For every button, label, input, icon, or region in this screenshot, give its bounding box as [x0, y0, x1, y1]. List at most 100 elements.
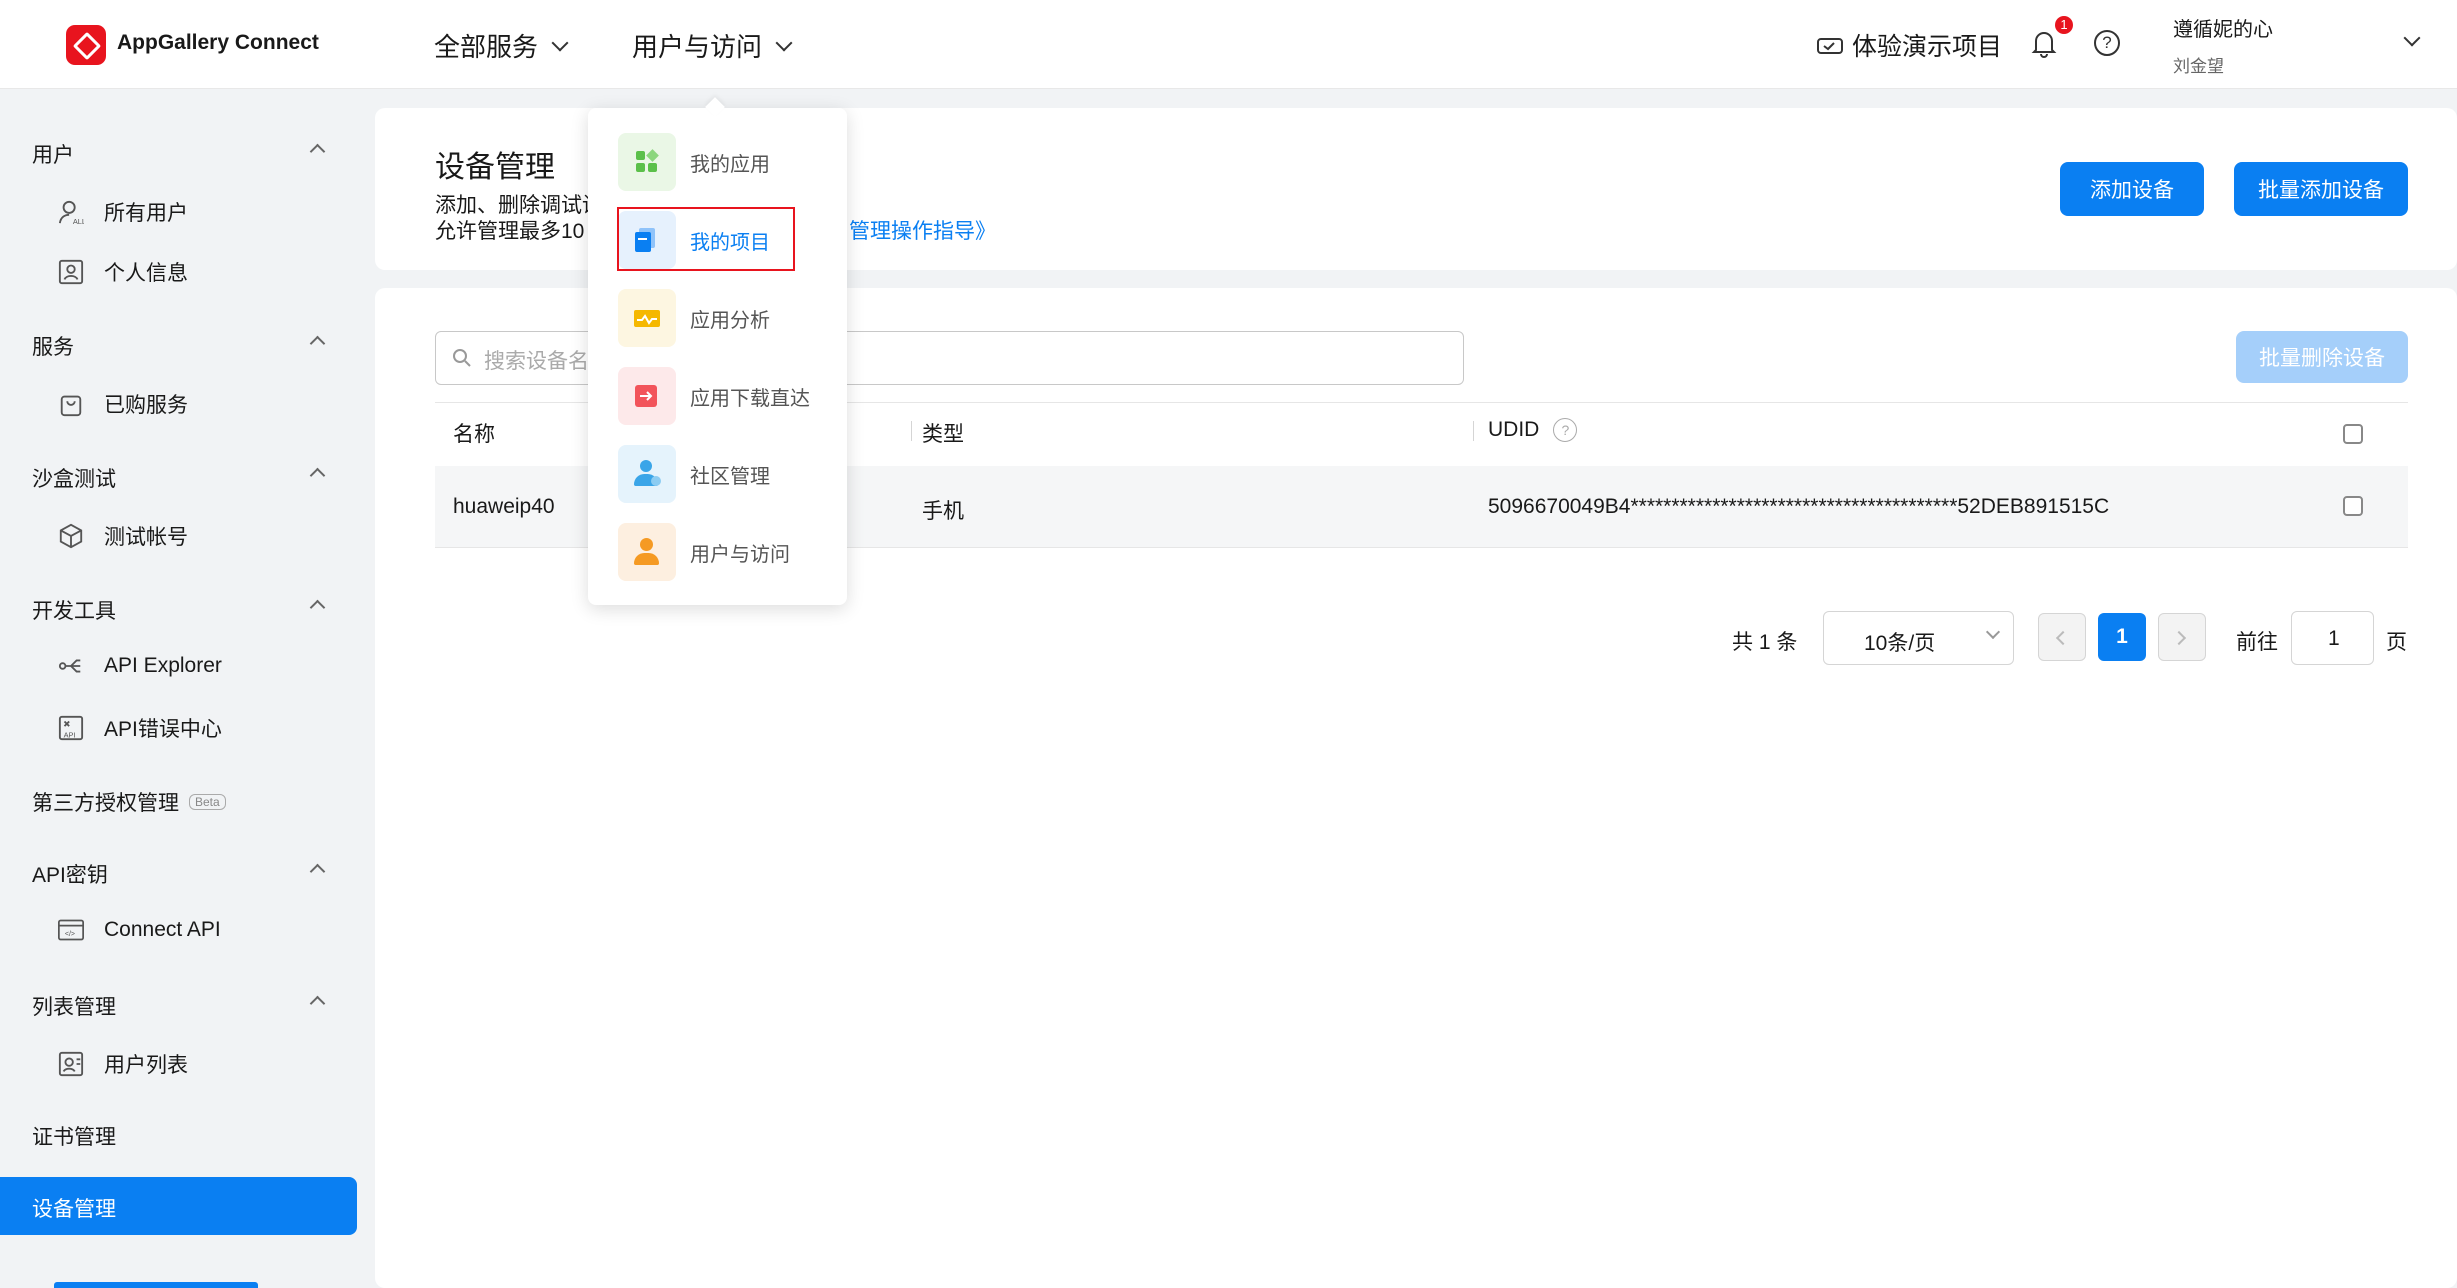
nav-user-access[interactable]: 用户与访问 [632, 27, 793, 64]
sidebar-section-api-key[interactable]: API密钥 [32, 859, 108, 889]
search-placeholder: 搜索设备名 [484, 350, 589, 373]
sidebar-section-label: 第三方授权管理 [32, 792, 179, 815]
community-icon [618, 445, 676, 503]
sidebar-section-list-mgmt[interactable]: 列表管理 [32, 991, 116, 1021]
shopping-bag-icon [60, 395, 82, 417]
top-header: AppGallery Connect 全部服务 用户与访问 体验演示项目 1 ?… [0, 0, 2457, 89]
user-sub: 刘金望 [2173, 57, 2224, 76]
sidebar-item-label: API错误中心 [104, 718, 222, 741]
sidebar-item-api-explorer[interactable]: API Explorer [58, 653, 222, 679]
dropdown-item-community[interactable]: 社区管理 [618, 445, 770, 503]
device-name-cell: huaweip40 [453, 495, 555, 518]
cube-icon [59, 523, 83, 549]
sidebar-item-purchased[interactable]: 已购服务 [58, 389, 188, 419]
dropdown-item-download-direct[interactable]: 应用下载直达 [618, 367, 810, 425]
chevron-down-icon[interactable] [2403, 29, 2421, 47]
goto-page-input[interactable]: 1 [2291, 611, 2374, 665]
page-size-select[interactable]: 10条/页 [1823, 611, 2014, 665]
page-desc-line2: 允许管理最多10 [435, 220, 585, 243]
bell-icon [2031, 32, 2057, 58]
chevron-right-icon [2171, 630, 2187, 646]
sidebar-item-api-error-center[interactable]: API API错误中心 [58, 713, 222, 743]
help-icon[interactable]: ? [1553, 418, 1578, 442]
sidebar-section-services[interactable]: 服务 [32, 331, 74, 361]
sidebar-item-test-accounts[interactable]: 测试帐号 [58, 521, 188, 551]
page-title: 设备管理 [435, 151, 555, 184]
sidebar-item-user-list[interactable]: 用户列表 [58, 1049, 188, 1079]
chevron-left-icon [2055, 630, 2071, 646]
sidebar-section-users[interactable]: 用户 [32, 139, 74, 169]
sidebar-item-label: 测试帐号 [104, 526, 188, 549]
guide-link[interactable]: 管理操作指导》 [849, 215, 996, 245]
user-name[interactable]: 遵循妮的心 [2173, 13, 2273, 42]
help-icon[interactable]: ? [2094, 30, 2120, 56]
notification-button[interactable]: 1 [2030, 16, 2073, 63]
dropdown-item-label: 我的应用 [690, 153, 770, 176]
sidebar-item-label: 设备管理 [32, 1198, 116, 1221]
sidebar-section-third-party-auth[interactable]: 第三方授权管理 Beta [32, 787, 226, 817]
profile-icon [58, 259, 84, 285]
sidebar-section-certificates[interactable]: 证书管理 [32, 1121, 116, 1151]
nav-all-services[interactable]: 全部服务 [434, 27, 569, 64]
page-1-button[interactable]: 1 [2098, 613, 2146, 661]
column-divider [911, 421, 912, 441]
sidebar-section-dev-tools[interactable]: 开发工具 [32, 595, 116, 625]
svg-text:API: API [64, 730, 76, 739]
column-header-type: 类型 [922, 423, 964, 446]
sidebar-item-label: 已购服务 [104, 394, 188, 417]
device-udid-cell: 5096670049B4****************************… [1488, 495, 2110, 518]
chevron-down-icon [551, 34, 569, 51]
logo-text[interactable]: AppGallery Connect [117, 31, 319, 55]
search-icon [453, 349, 471, 367]
column-header-name: 名称 [453, 423, 495, 446]
notification-badge: 1 [2055, 16, 2073, 34]
appgallery-logo-icon[interactable] [66, 25, 106, 65]
select-all-checkbox[interactable] [2343, 424, 2363, 444]
svg-text:ALL: ALL [73, 217, 84, 225]
svg-text:</>: </> [65, 931, 75, 938]
sidebar-item-profile[interactable]: 个人信息 [58, 257, 188, 287]
dropdown-item-label: 社区管理 [690, 465, 770, 488]
page-size-value: 10条/页 [1864, 632, 1936, 655]
sidebar-item-label: API Explorer [104, 654, 222, 677]
sidebar-item-label: Connect API [104, 918, 221, 941]
selection-highlight-box [617, 207, 795, 271]
demo-project-icon [1817, 38, 1843, 54]
connect-api-icon: </> [58, 919, 84, 941]
dropdown-item-label: 应用下载直达 [690, 387, 810, 410]
chevron-down-icon [1985, 624, 2001, 640]
batch-add-device-button[interactable]: 批量添加设备 [2234, 162, 2408, 216]
column-divider [1473, 421, 1474, 441]
column-header-udid: UDID ? [1488, 418, 1578, 442]
all-users-icon: ALL [58, 200, 84, 225]
sidebar-item-label: 所有用户 [104, 202, 188, 225]
page-suffix: 页 [2386, 631, 2407, 654]
user-list-icon [58, 1051, 84, 1077]
dropdown-item-app-analytics[interactable]: 应用分析 [618, 289, 770, 347]
dropdown-item-label: 用户与访问 [690, 543, 790, 566]
demo-project-link[interactable]: 体验演示项目 [1816, 27, 2002, 63]
goto-page-value: 1 [2328, 627, 2340, 650]
api-error-icon: API [58, 715, 84, 741]
nav-all-services-label: 全部服务 [434, 32, 539, 62]
api-explorer-icon [58, 659, 81, 673]
sidebar-item-all-users[interactable]: ALL 所有用户 [58, 197, 188, 227]
dropdown-item-user-access[interactable]: 用户与访问 [618, 523, 790, 581]
sidebar-item-label: 个人信息 [104, 262, 188, 285]
apps-icon [618, 133, 676, 191]
chevron-down-icon [775, 34, 793, 51]
nav-user-access-label: 用户与访问 [632, 32, 763, 62]
sidebar-item-connect-api[interactable]: </> Connect API [58, 917, 221, 943]
sidebar-section-sandbox[interactable]: 沙盒测试 [32, 463, 116, 493]
next-page-button[interactable] [2158, 613, 2206, 661]
sidebar-item-label: 用户列表 [104, 1054, 188, 1077]
dropdown-item-my-apps[interactable]: 我的应用 [618, 133, 770, 191]
batch-delete-device-button[interactable]: 批量删除设备 [2236, 331, 2408, 383]
scroll-indicator [54, 1282, 258, 1288]
device-type-cell: 手机 [922, 500, 964, 523]
add-device-button[interactable]: 添加设备 [2060, 162, 2204, 216]
prev-page-button[interactable] [2038, 613, 2086, 661]
pagination-total: 共 1 条 [1732, 631, 1798, 654]
goto-label: 前往 [2236, 631, 2278, 654]
row-checkbox[interactable] [2343, 496, 2363, 516]
